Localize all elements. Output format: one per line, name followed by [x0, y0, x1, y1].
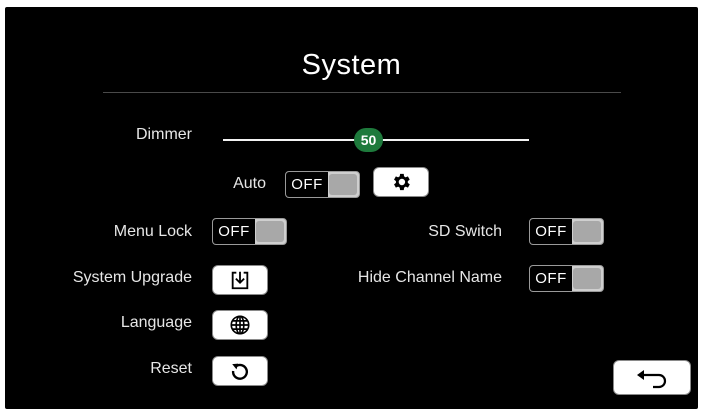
refresh-icon — [231, 363, 248, 380]
language-label: Language — [120, 314, 192, 331]
page-title: System — [301, 49, 402, 81]
menu-lock-toggle[interactable]: OFF — [212, 218, 287, 245]
sd-switch-toggle-thumb — [573, 221, 601, 242]
system-settings-screen: System Dimmer 50 Auto OFF Menu Lock OFF … — [5, 7, 698, 409]
menu-lock-toggle-thumb — [256, 221, 284, 242]
auto-toggle-state: OFF — [286, 172, 328, 197]
system-upgrade-button[interactable] — [212, 265, 268, 295]
system-upgrade-label: System Upgrade — [72, 269, 192, 286]
language-button[interactable] — [212, 310, 268, 340]
dimmer-slider-knob[interactable]: 50 — [354, 128, 383, 152]
hide-channel-name-label: Hide Channel Name — [357, 269, 502, 286]
gear-icon — [394, 173, 410, 191]
auto-label: Auto — [233, 175, 266, 192]
hide-channel-name-toggle-state: OFF — [530, 266, 572, 291]
menu-lock-toggle-state: OFF — [213, 219, 255, 244]
globe-icon — [230, 315, 250, 335]
menu-lock-label: Menu Lock — [113, 223, 192, 240]
reset-label: Reset — [150, 360, 192, 377]
sd-switch-label: SD Switch — [428, 223, 502, 240]
back-button[interactable] — [613, 360, 691, 395]
download-icon — [231, 271, 249, 290]
sd-switch-toggle[interactable]: OFF — [529, 218, 604, 245]
title-divider — [103, 92, 621, 93]
auto-settings-button[interactable] — [373, 167, 429, 197]
dimmer-label: Dimmer — [136, 126, 192, 143]
auto-toggle-thumb — [329, 174, 357, 195]
hide-channel-name-toggle-thumb — [573, 268, 601, 289]
back-arrow-icon — [637, 369, 667, 388]
sd-switch-toggle-state: OFF — [530, 219, 572, 244]
auto-toggle[interactable]: OFF — [285, 171, 360, 198]
reset-button[interactable] — [212, 356, 268, 386]
hide-channel-name-toggle[interactable]: OFF — [529, 265, 604, 292]
